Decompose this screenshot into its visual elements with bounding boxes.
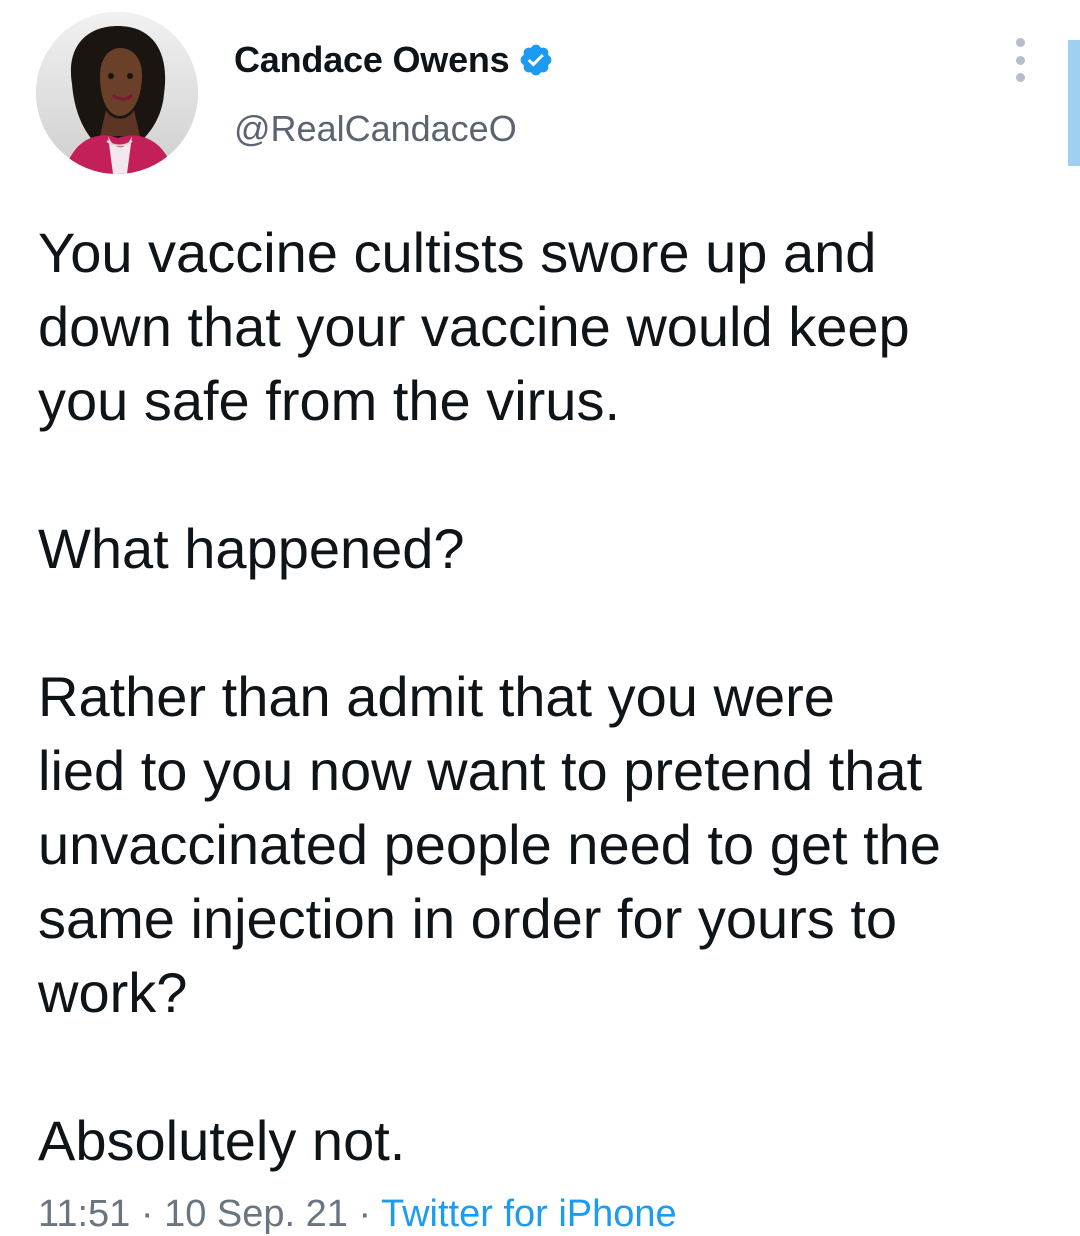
more-options-icon [1015,38,1025,47]
scroll-indicator[interactable] [1068,40,1080,166]
more-options-button[interactable] [1008,38,1032,82]
tweet-paragraph-2: What happened? [38,517,465,580]
tweet-date[interactable]: 10 Sep. 21 [164,1193,348,1235]
author-handle[interactable]: @RealCandaceO [234,108,517,150]
verified-badge-icon [518,42,554,78]
tweet-time: 11:51 [38,1193,131,1235]
tweet-source-link[interactable]: Twitter for iPhone [381,1193,677,1235]
more-options-icon [1015,73,1025,82]
avatar[interactable] [36,12,198,174]
meta-separator: · [358,1193,372,1235]
tweet-meta: 11:51 · 10 Sep. 21 · Twitter for iPhone [38,1192,677,1236]
tweet-paragraph-1: You vaccine cultists swore up and down t… [38,221,910,432]
more-options-icon [1015,55,1025,65]
author-name-row[interactable]: Candace Owens [234,38,554,82]
tweet-card: Candace Owens @RealCandaceO You vaccine … [0,0,1080,1236]
meta-separator: · [140,1193,154,1235]
tweet-text: You vaccine cultists swore up and down t… [38,216,1028,1178]
avatar-photo-icon [36,12,198,174]
tweet-paragraph-4: Absolutely not. [38,1109,406,1172]
author-display-name[interactable]: Candace Owens [234,39,510,81]
tweet-paragraph-3: Rather than admit that you were lied to … [38,665,941,1024]
